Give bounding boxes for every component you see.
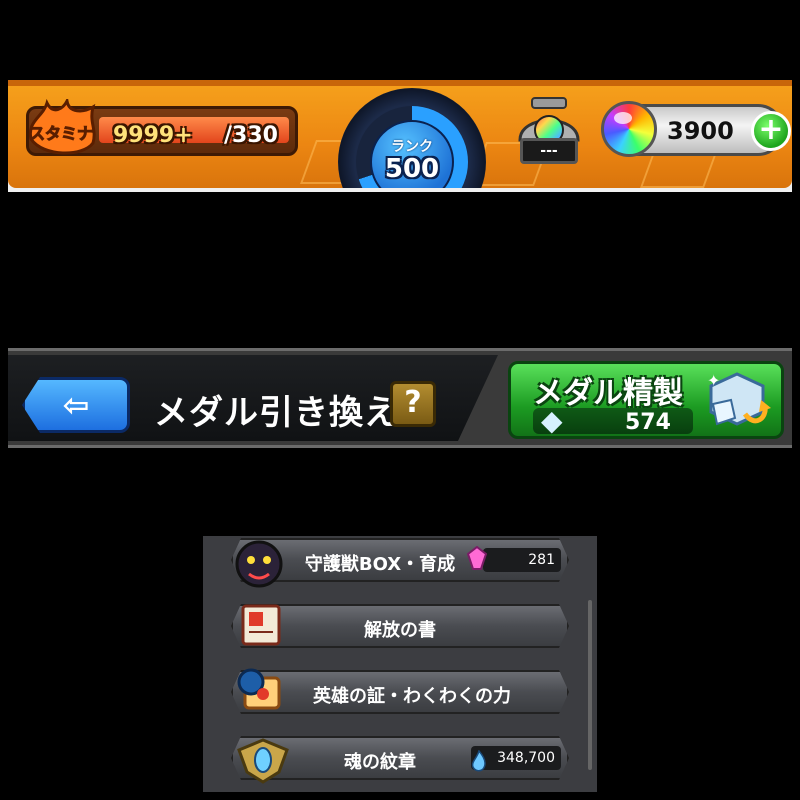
guardian-beast-icon	[235, 540, 283, 588]
orb-counter: 3900 +	[601, 101, 791, 157]
egg-machine-display: ---	[520, 138, 578, 164]
rank-value: 500	[384, 154, 440, 184]
help-button[interactable]: ?	[390, 381, 436, 427]
stamina-max: /330	[224, 123, 278, 148]
rank-indicator[interactable]: ランク 500	[338, 88, 486, 188]
crystal-refresh-icon: ✦	[707, 371, 771, 426]
craft-count-box: ◆ 574	[533, 404, 693, 437]
medal-craft-button[interactable]: メダル精製 ◆ 574 ✦	[508, 361, 784, 439]
plus-icon[interactable]: +	[751, 111, 791, 151]
stamina-badge-label: スタミナ	[29, 124, 93, 143]
page-header: ⇦ メダル引き換え ? メダル精製 ◆ 574 ✦	[8, 348, 792, 448]
back-button[interactable]: ⇦	[22, 377, 130, 433]
orb-count: 3900	[667, 117, 734, 145]
menu-scrollbar[interactable]	[588, 600, 592, 770]
diamond-icon: ◆	[541, 404, 563, 437]
title-panel: ⇦ メダル引き換え ?	[8, 355, 498, 441]
page-title: メダル引き換え	[154, 393, 399, 433]
svg-text:✦: ✦	[707, 371, 720, 390]
stamina-gauge[interactable]: スタミナ 9999+ /330	[26, 99, 298, 156]
menu-item-label: 英雄の証・わくわくの力	[313, 686, 511, 707]
hero-proof-icon	[237, 668, 281, 710]
stamina-flame-icon: スタミナ	[28, 99, 96, 155]
soul-crest-count: 348,700	[497, 750, 555, 766]
guardian-count-badge: 281	[483, 548, 561, 572]
soul-crest-icon	[237, 738, 289, 784]
craft-count: 574	[625, 410, 671, 435]
status-bar-background: スタミナ 9999+ /330 ランク 500 --- 3900 +	[8, 80, 792, 188]
pink-crystal-icon	[467, 546, 487, 570]
guardian-count: 281	[528, 552, 555, 568]
rank-label: ランク	[391, 139, 433, 155]
blue-flame-icon	[471, 750, 486, 772]
scroll-book-icon	[241, 604, 281, 646]
stamina-value: 9999+	[113, 123, 193, 148]
status-bar: スタミナ 9999+ /330 ランク 500 --- 3900 +	[8, 80, 792, 192]
rainbow-orb-icon	[601, 101, 657, 157]
back-arrow-icon: ⇦	[62, 386, 90, 424]
menu-list: 守護獣BOX・育成 281 解放の書 英雄の証・わくわくの力 魂の紋章 348,…	[203, 536, 597, 792]
